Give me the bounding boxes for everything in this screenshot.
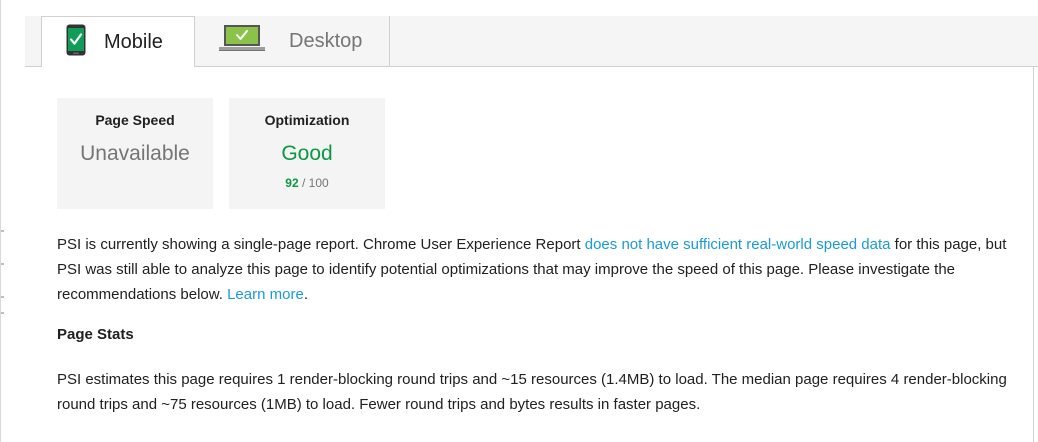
laptop-check-icon — [219, 24, 265, 59]
learn-more-link[interactable]: Learn more — [227, 286, 304, 303]
optimization-title: Optimization — [264, 112, 350, 128]
page-stats-text: PSI estimates this page requires 1 rende… — [57, 371, 1007, 413]
tab-mobile[interactable]: Mobile — [41, 16, 195, 67]
page-speed-value: Unavailable — [80, 142, 190, 165]
page-speed-card: Page Speed Unavailable — [57, 98, 213, 209]
page-stats-heading: Page Stats — [57, 326, 134, 343]
psi-report-page: Mobile Desktop Page Speed Unavailable Op… — [0, 0, 1038, 442]
content-border — [1033, 66, 1034, 442]
optimization-score-max: / 100 — [298, 176, 329, 190]
optimization-score: 92 / 100 — [229, 176, 385, 190]
tab-desktop-label: Desktop — [289, 29, 363, 52]
scroll-marker — [1, 263, 4, 265]
scroll-marker — [1, 312, 4, 314]
tab-mobile-label: Mobile — [104, 30, 163, 53]
report-description: PSI is currently showing a single-page r… — [57, 232, 1017, 307]
report-text-end: . — [303, 286, 308, 303]
report-text-start: PSI is currently showing a single-page r… — [57, 236, 585, 253]
optimization-score-number: 92 — [285, 176, 299, 190]
optimization-card: Optimization Good 92 / 100 — [229, 98, 385, 209]
tab-desktop[interactable]: Desktop — [195, 16, 390, 66]
optimization-value: Good — [281, 142, 333, 165]
scroll-marker — [1, 230, 4, 232]
left-border — [0, 0, 1, 442]
scroll-marker — [1, 296, 4, 298]
crux-data-link[interactable]: does not have sufficient real-world spee… — [585, 236, 891, 253]
phone-check-icon — [66, 24, 86, 61]
device-tab-bar: Mobile Desktop — [25, 16, 1038, 67]
page-speed-title: Page Speed — [95, 112, 175, 128]
